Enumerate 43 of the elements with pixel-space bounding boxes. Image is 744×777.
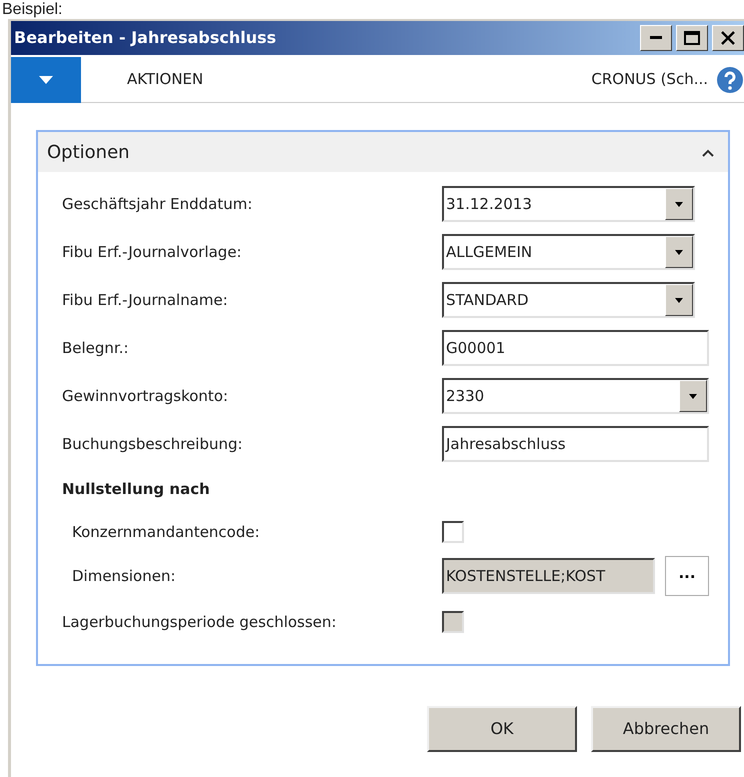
- panel-title: Optionen: [47, 140, 130, 164]
- field-label: Fibu Erf.-Journalvorlage:: [62, 242, 243, 263]
- field-label: Lagerbuchungsperiode geschlossen:: [62, 612, 338, 633]
- dropdown-button[interactable]: [665, 284, 693, 316]
- dropdown-field[interactable]: STANDARD: [442, 282, 695, 318]
- field-label: Dimensionen:: [71, 566, 177, 587]
- close-icon: [721, 31, 735, 45]
- field-label: Buchungsbeschreibung:: [62, 434, 244, 455]
- caret-icon: [675, 298, 683, 302]
- maximize-icon: [684, 31, 700, 45]
- caret-icon: [675, 250, 683, 254]
- caption: Beispiel:: [2, 0, 62, 19]
- company-name: CRONUS (Sch...: [591, 69, 708, 90]
- dropdown-button[interactable]: [665, 236, 693, 268]
- caret-icon: [675, 202, 683, 206]
- ribbon-tab[interactable]: AKTIONEN: [121, 67, 210, 92]
- ok-button[interactable]: OK: [427, 706, 577, 752]
- section-heading: Nullstellung nach: [61, 478, 211, 500]
- dropdown-button[interactable]: [679, 380, 707, 412]
- window-title: Bearbeiten - Jahresabschluss: [14, 27, 276, 49]
- menu-dropdown-button[interactable]: [11, 56, 81, 102]
- help-icon[interactable]: [716, 66, 744, 94]
- input-field[interactable]: G00001: [442, 330, 709, 366]
- dropdown-field[interactable]: ALLGEMEIN: [442, 234, 695, 270]
- checkbox[interactable]: [442, 521, 464, 543]
- minimize-button[interactable]: [640, 25, 672, 51]
- dropdown-field[interactable]: 2330: [442, 378, 709, 414]
- dropdown-field[interactable]: 31.12.2013: [442, 186, 695, 222]
- field-label: Fibu Erf.-Journalname:: [62, 290, 229, 311]
- lookup-field[interactable]: KOSTENSTELLE;KOST: [442, 558, 655, 594]
- minimize-icon: [650, 36, 662, 40]
- maximize-button[interactable]: [676, 25, 708, 51]
- input-field[interactable]: Jahresabschluss: [442, 426, 709, 462]
- cancel-button[interactable]: Abbrechen: [591, 706, 741, 752]
- caret-icon: [689, 394, 697, 398]
- ellipsis-button[interactable]: ...: [665, 556, 709, 596]
- field-label: Geschäftsjahr Enddatum:: [62, 194, 254, 215]
- field-label: Gewinnvortragskonto:: [62, 386, 230, 407]
- close-button[interactable]: [712, 25, 744, 51]
- field-label: Konzernmandantencode:: [71, 522, 261, 543]
- field-label: Belegnr.:: [62, 338, 130, 359]
- dropdown-button[interactable]: [665, 188, 693, 220]
- caret-icon: [39, 76, 53, 84]
